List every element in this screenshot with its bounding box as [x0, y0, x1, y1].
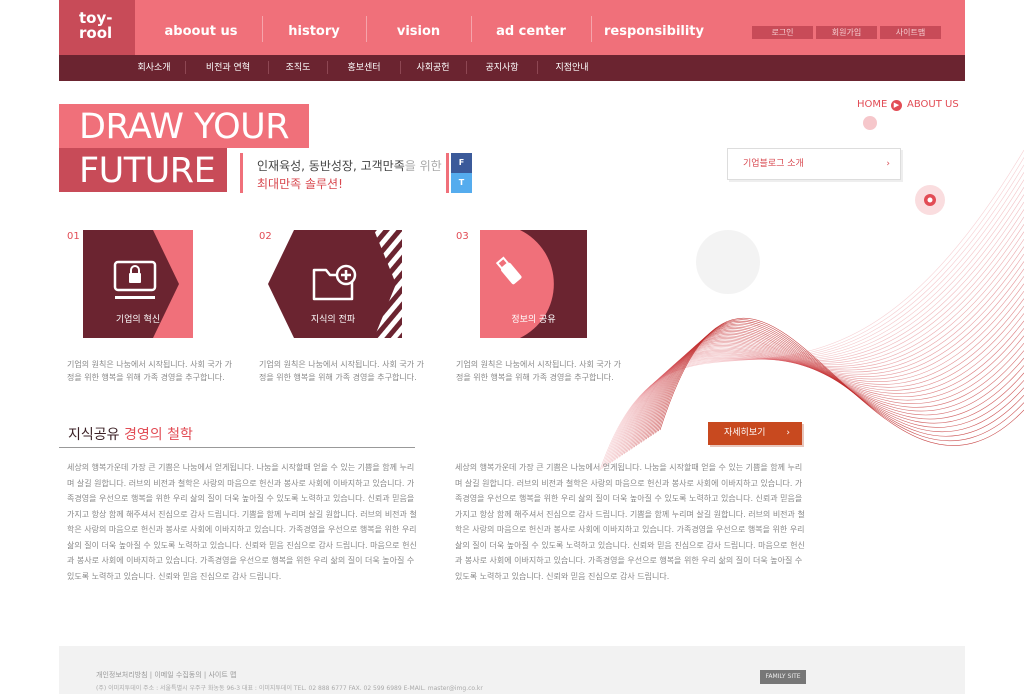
- feature-card-innovation[interactable]: 기업의 혁신: [83, 230, 193, 338]
- subnav-divider: [466, 61, 467, 74]
- wave-line: [642, 332, 1024, 442]
- feature-description: 기업의 원칙은 나눔에서 시작됩니다. 사회 국가 가정을 위한 행복을 위해 …: [456, 360, 621, 382]
- wave-line: [601, 157, 1024, 469]
- breadcrumb-current[interactable]: ABOUT US: [907, 99, 959, 110]
- subnav-item-pr-center[interactable]: 홍보센터: [331, 55, 397, 81]
- blog-intro-label: 기업블로그 소개: [743, 159, 804, 169]
- section-title-main: 지식공유: [68, 427, 120, 443]
- subnav-divider: [185, 61, 186, 74]
- sitemap-button[interactable]: 사이트맵: [880, 26, 941, 39]
- wave-line: [608, 186, 1024, 465]
- hero-subtitle-main: 인재육성, 동반성장, 고객만족: [257, 159, 405, 173]
- deco-circle-center: [927, 197, 933, 203]
- nav-item-responsibility[interactable]: responsibility: [591, 0, 717, 55]
- wave-line: [620, 238, 1024, 457]
- philosophy-paragraph-right: 세상의 행복가운데 가장 큰 기쁨은 나눔에서 얻게됩니다. 나눔을 시작할때 …: [455, 463, 805, 581]
- hero-divider-right: [446, 153, 449, 193]
- deco-circle-small: [863, 116, 877, 130]
- login-button[interactable]: 로그인: [752, 26, 813, 39]
- wave-line: [623, 253, 1024, 455]
- wave-line: [606, 179, 1024, 466]
- section-divider: [59, 447, 415, 448]
- breadcrumb-arrow-icon: ▶: [891, 100, 902, 111]
- feature-number: 03: [456, 231, 469, 242]
- usb-icon: [492, 254, 528, 294]
- twitter-share-button[interactable]: T: [451, 173, 472, 193]
- hero-subtitle-dim: 을 위한: [404, 159, 442, 173]
- blog-intro-link[interactable]: 기업블로그 소개 ›: [727, 148, 901, 180]
- subnav-divider: [400, 61, 401, 74]
- feature-description: 기업의 원칙은 나눔에서 시작됩니다. 사회 국가 가정을 위한 행복을 위해 …: [259, 360, 424, 382]
- subnav-divider: [537, 61, 538, 74]
- feature-card-sharing[interactable]: 정보의 공유: [480, 230, 587, 338]
- chevron-right-icon: ›: [886, 159, 890, 169]
- wave-line: [603, 164, 1024, 468]
- subnav-item-branches[interactable]: 지점안내: [541, 55, 603, 81]
- footer-address: (주) 이미지투데이 주소 : 서울특별시 우주구 화농동 96-3 대표 : …: [96, 685, 483, 692]
- signup-button[interactable]: 회원가입: [816, 26, 877, 39]
- wave-line: [611, 201, 1024, 463]
- nav-item-history[interactable]: history: [262, 0, 366, 55]
- philosophy-paragraph-left: 세상의 행복가운데 가장 큰 기쁨은 나눔에서 얻게됩니다. 나눔을 시작할때 …: [67, 463, 417, 581]
- wave-line: [637, 313, 1024, 445]
- feature-number: 01: [67, 231, 80, 242]
- feature-card-knowledge[interactable]: 지식의 전파: [266, 230, 402, 338]
- hero-title-line1: DRAW YOUR: [59, 104, 309, 148]
- section-title: 지식공유 경영의 철학: [68, 424, 193, 444]
- subnav-item-organization[interactable]: 조직도: [272, 55, 324, 81]
- facebook-share-button[interactable]: F: [451, 153, 472, 173]
- footer-links[interactable]: 개인정보처리방침 | 이메일 수집동의 | 사이트 맵: [96, 670, 236, 680]
- hero-subtitle-accent: 최대만족 솔루션!: [257, 177, 343, 191]
- subnav-item-social[interactable]: 사회공헌: [404, 55, 462, 81]
- read-more-label: 자세히보기: [724, 428, 766, 438]
- wave-line: [613, 209, 1024, 461]
- logo-line2: rool: [79, 24, 113, 42]
- read-more-button[interactable]: 자세히보기 ›: [708, 422, 802, 445]
- wave-line: [610, 194, 1024, 464]
- feature-title: 정보의 공유: [511, 315, 556, 325]
- nav-item-ad-center[interactable]: ad center: [471, 0, 591, 55]
- hero-title-line2: FUTURE: [59, 148, 227, 192]
- hero-divider: [240, 153, 243, 193]
- wave-line: [604, 172, 1024, 467]
- folder-add-icon: [312, 262, 358, 306]
- subnav-divider: [268, 61, 269, 74]
- hero-subtitle: 인재육성, 동반성장, 고객만족을 위한: [257, 157, 442, 174]
- subnav-item-notice[interactable]: 공지사항: [470, 55, 534, 81]
- family-site-select[interactable]: FAMILY SITE: [760, 670, 806, 684]
- subnav-item-vision-history[interactable]: 비전과 연혁: [191, 55, 265, 81]
- section-title-accent: 경영의 철학: [123, 427, 193, 443]
- lock-monitor-icon: [113, 260, 161, 306]
- subnav-item-company[interactable]: 회사소개: [125, 55, 183, 81]
- deco-circle-gray: [696, 230, 760, 294]
- nav-item-vision[interactable]: vision: [366, 0, 471, 55]
- feature-description: 기업의 원칙은 나눔에서 시작됩니다. 사회 국가 가정을 위한 행복을 위해 …: [67, 360, 232, 382]
- breadcrumb-home[interactable]: HOME: [857, 99, 887, 110]
- feature-title: 기업의 혁신: [115, 315, 161, 325]
- nav-item-about-us[interactable]: aboout us: [146, 0, 256, 55]
- subnav-divider: [327, 61, 328, 74]
- feature-title: 지식의 전파: [310, 315, 356, 325]
- chevron-right-icon: ›: [786, 428, 790, 438]
- logo[interactable]: toy- rool: [59, 0, 135, 55]
